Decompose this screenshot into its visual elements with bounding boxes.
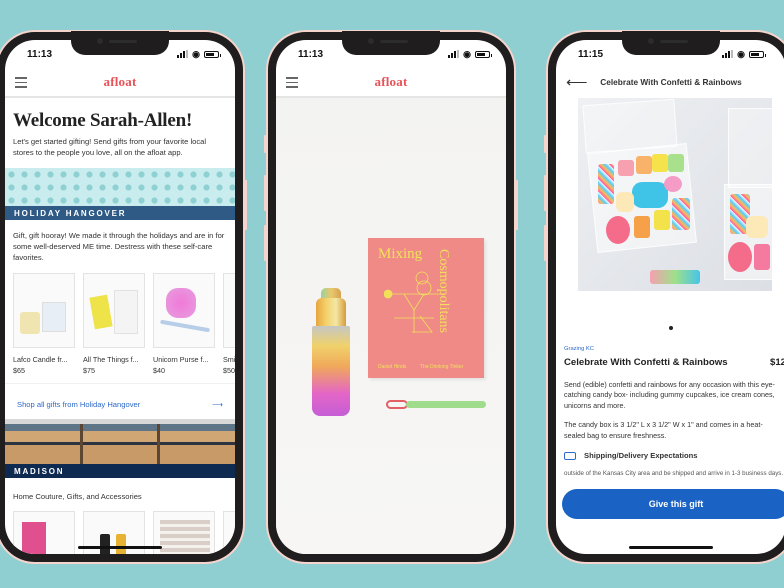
product-card[interactable]: Unicorn Purse f... $40 [153,273,215,375]
shop-all-link[interactable]: Shop all gifts from Holiday Hangover ⟶ [5,383,235,415]
home-screen: 11:13 ◉ afloat Welcome Sarah-Allen! Let'… [5,40,235,554]
phone-product-detail: 11:15 ◉ ⟵ Celebrate With Confetti & Rain… [544,30,784,564]
battery-icon [749,50,766,58]
product-card[interactable]: Lafco Candle fr... $65 [13,273,75,375]
home-indicator [629,546,713,549]
cookbook-image: Mixing Cosmopolitans Daniel Hinds The Dr… [368,238,484,378]
product-description: Send (edible) confetti and rainbows for … [564,380,775,410]
battery-icon [475,50,492,58]
app-header: afloat [5,68,235,98]
product-card[interactable]: All The Things f... $75 [83,273,145,375]
product-details: Grazing KC Celebrate With Confetti & Rai… [564,346,784,479]
notch [342,31,440,55]
welcome-title: Welcome Sarah-Allen! [13,110,193,131]
wifi-icon: ◉ [192,48,200,59]
signal-icon [722,50,734,58]
product-card[interactable] [13,511,75,554]
product-image [223,273,235,349]
battery-icon [204,50,221,58]
detail-header: ⟵ Celebrate With Confetti & Rainbows [556,68,784,96]
hamburger-icon[interactable] [286,77,298,91]
bottle-opener-image [386,400,486,409]
product-image [223,511,235,554]
app-header: afloat [276,68,506,98]
status-time: 11:15 [578,48,604,60]
store-name-link[interactable]: Grazing KC [564,346,784,352]
welcome-text: Let's get started gifting! Send gifts fr… [13,137,207,157]
wifi-icon: ◉ [737,48,745,59]
signal-icon [448,50,460,58]
notch [622,31,720,55]
wifi-icon: ◉ [463,48,471,59]
phone-product-photo: 11:13 ◉ afloat Mixing Cosmopolitans Dani… [264,30,518,564]
product-image-organizer [153,511,215,554]
truck-icon [564,451,576,460]
product-image-notepad [83,273,145,349]
shipping-expectations[interactable]: Shipping/Delivery Expectations [564,451,784,460]
shop-all-label[interactable]: Shop all gifts from Holiday Hangover [17,400,140,409]
section-banner-madison: MADISON [5,464,235,479]
detail-header-title: Celebrate With Confetti & Rainbows [600,77,742,87]
book-subtitle: The Drinking Tinker [420,364,464,370]
product-name: Unicorn Purse f... [153,355,209,365]
home-indicator [78,546,162,549]
product-name: Lafco Candle fr... [13,355,68,365]
afloat-logo[interactable]: afloat [104,74,137,90]
photo-screen: 11:13 ◉ afloat Mixing Cosmopolitans Dani… [276,40,506,554]
book-title: Mixing [378,246,423,262]
arrow-right-icon[interactable]: ⟶ [212,401,223,409]
product-image-candy-box[interactable] [578,98,772,291]
product-card[interactable]: Smi... $50 [223,273,235,375]
shipping-text: outside of the Kansas City area and be s… [564,470,784,478]
product-name: All The Things f... [83,355,139,365]
product-card[interactable] [153,511,215,554]
cocktail-shaker-image [312,288,350,416]
afloat-logo[interactable]: afloat [375,74,408,90]
product-price: $40 [153,366,165,376]
product-price: $75 [83,366,95,376]
welcome-section: Welcome Sarah-Allen! Let's get started g… [5,98,235,158]
shipping-label: Shipping/Delivery Expectations [584,451,698,461]
arrow-left-icon[interactable]: ⟵ [566,73,588,91]
hamburger-icon[interactable] [15,77,27,91]
product-detail-screen: 11:15 ◉ ⟵ Celebrate With Confetti & Rain… [556,40,784,554]
product-image-planner [13,511,75,554]
product-price: $65 [13,366,25,376]
product-carousel[interactable]: Lafco Candle fr... $65 All The Things f.… [5,263,235,375]
book-author: Daniel Hinds [378,364,407,370]
section-description: Gift, gift hooray! We made it through th… [13,231,225,263]
product-name: Smi... [223,355,235,365]
status-time: 11:13 [27,48,53,60]
section-description: Home Couture, Gifts, and Accessories [13,492,142,502]
phone-home: 11:13 ◉ afloat Welcome Sarah-Allen! Let'… [0,30,247,564]
product-name: Celebrate With Confetti & Rainbows [564,357,728,368]
section-banner-holiday-hangover: HOLIDAY HANGOVER [5,206,235,221]
product-price: $50 [223,366,235,376]
product-price: $12 [769,357,784,368]
carousel-dot-indicator[interactable] [669,326,673,330]
book-illustration [384,271,444,333]
give-this-gift-button[interactable]: Give this gift [562,489,784,519]
signal-icon [177,50,189,58]
madison-store-photo [5,424,235,465]
heart-pattern-banner [5,168,235,207]
status-time: 11:13 [298,48,324,60]
product-photo: Mixing Cosmopolitans Daniel Hinds The Dr… [276,98,506,554]
product-image-unicorn-purse [153,273,215,349]
product-image-candle [13,273,75,349]
notch [71,31,169,55]
product-dimensions: The candy box is 3 1/2" L x 3 1/2" W x 1… [564,420,763,440]
product-card[interactable] [223,511,235,554]
